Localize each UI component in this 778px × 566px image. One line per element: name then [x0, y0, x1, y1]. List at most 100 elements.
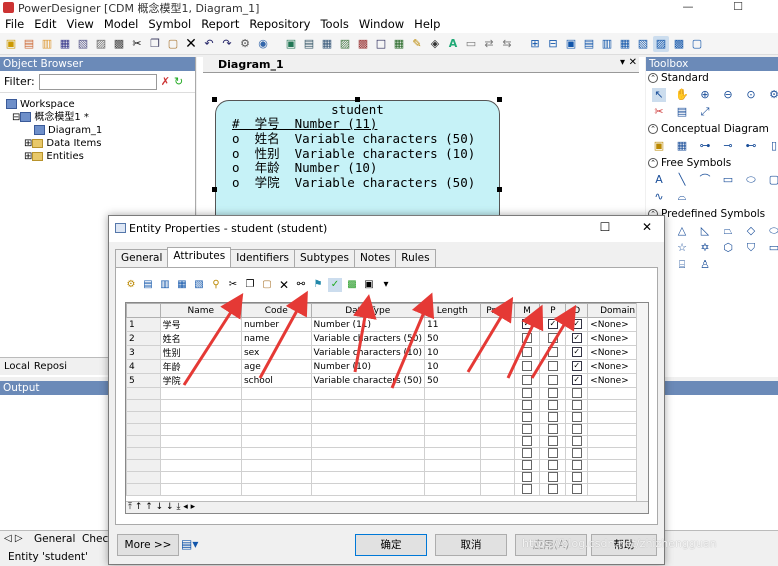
- checkbox[interactable]: [547, 472, 558, 483]
- checkbox[interactable]: [522, 400, 532, 411]
- empty-cell[interactable]: [240, 471, 312, 484]
- menu-symbol[interactable]: Symbol: [143, 15, 196, 33]
- empty-cell[interactable]: [159, 387, 242, 400]
- link-tool-icon[interactable]: ⤢: [698, 105, 712, 119]
- print-icon[interactable]: ▣: [362, 278, 376, 292]
- checkbox[interactable]: [547, 484, 558, 495]
- rectangle-icon[interactable]: ▭: [721, 173, 735, 187]
- cell-code[interactable]: name: [240, 331, 312, 346]
- copy-icon[interactable]: ❐: [147, 36, 163, 52]
- empty-cell[interactable]: [240, 423, 312, 436]
- cell-name[interactable]: 姓名: [159, 331, 242, 346]
- filter-input[interactable]: [38, 73, 157, 90]
- link-icon[interactable]: ⇄: [481, 36, 497, 52]
- inheritance-icon[interactable]: ⊶: [698, 139, 712, 153]
- tree-item-entities[interactable]: ⊞ Entities: [6, 150, 195, 163]
- hand-icon[interactable]: ✋: [675, 88, 689, 102]
- ok-button[interactable]: 确定: [355, 534, 427, 556]
- cell-name[interactable]: 学院: [159, 373, 242, 388]
- cell-mandatory[interactable]: [513, 399, 541, 412]
- star-6-icon[interactable]: ✡: [698, 241, 712, 255]
- column-header-precision[interactable]: Preci: [479, 303, 515, 318]
- table-row[interactable]: 5 学院 school Variable characters (50) 50 ✓ <Non…: [126, 373, 648, 388]
- undo-icon[interactable]: ↶: [201, 36, 217, 52]
- cell-mandatory[interactable]: [513, 387, 541, 400]
- table-row[interactable]: [126, 471, 648, 484]
- check-model-icon[interactable]: ◉: [255, 36, 271, 52]
- association-icon[interactable]: ⊷: [744, 139, 758, 153]
- copy-icon[interactable]: ❐: [243, 278, 257, 292]
- empty-cell[interactable]: [240, 399, 312, 412]
- excel-export-icon[interactable]: ▩: [345, 278, 359, 292]
- empty-cell[interactable]: [479, 399, 515, 412]
- empty-cell[interactable]: [159, 483, 242, 496]
- view3-icon[interactable]: ▥: [599, 36, 615, 52]
- empty-cell[interactable]: [310, 447, 425, 460]
- checkbox[interactable]: [571, 388, 582, 399]
- clear-filter-icon[interactable]: ✗: [161, 75, 170, 88]
- cell-length[interactable]: 50: [423, 331, 481, 346]
- triangle-icon[interactable]: △: [675, 224, 689, 238]
- cell-mandatory[interactable]: [513, 423, 541, 436]
- table-row[interactable]: 3 性别 sex Variable characters (10) 10 ✓ <None>: [126, 345, 648, 360]
- pointer-icon[interactable]: ↖: [652, 88, 666, 102]
- cell-length[interactable]: 50: [423, 373, 481, 388]
- empty-cell[interactable]: [159, 435, 242, 448]
- arc-icon[interactable]: ⌒: [698, 173, 712, 187]
- tree-item-data-items[interactable]: ⊞ Data Items: [6, 137, 195, 150]
- empty-cell[interactable]: [240, 459, 312, 472]
- cell-data-type[interactable]: Number (10): [310, 359, 425, 374]
- cell-precision[interactable]: [479, 345, 515, 360]
- checkbox[interactable]: ✓: [571, 347, 582, 358]
- empty-cell[interactable]: [240, 447, 312, 460]
- checkbox[interactable]: [571, 412, 582, 423]
- cell-mandatory[interactable]: [513, 435, 541, 448]
- cut-icon[interactable]: ✂: [129, 36, 145, 52]
- menu-tools[interactable]: Tools: [315, 15, 353, 33]
- cell-displayed[interactable]: [565, 459, 589, 472]
- checkbox[interactable]: [522, 484, 532, 495]
- file-icon[interactable]: ▯: [767, 139, 778, 153]
- checkbox[interactable]: [547, 333, 558, 344]
- rounded-rect-icon[interactable]: ▢: [767, 173, 778, 187]
- empty-cell[interactable]: [423, 387, 481, 400]
- cell-displayed[interactable]: [565, 423, 589, 436]
- row-nav-icons[interactable]: ⤒ ↑ ↑ ↓ ↓ ⤓ ◂ ▸: [128, 502, 195, 512]
- empty-cell[interactable]: [159, 423, 242, 436]
- checkbox[interactable]: [522, 361, 532, 372]
- empty-cell[interactable]: [310, 423, 425, 436]
- checkbox[interactable]: [547, 400, 558, 411]
- cell-primary[interactable]: [539, 423, 567, 436]
- checkbox[interactable]: [571, 460, 582, 471]
- empty-cell[interactable]: [479, 423, 515, 436]
- tab-subtypes[interactable]: Subtypes: [294, 249, 355, 268]
- properties-icon[interactable]: ⚙: [124, 278, 138, 292]
- empty-cell[interactable]: [310, 459, 425, 472]
- cell-mandatory[interactable]: [513, 459, 541, 472]
- align-icon[interactable]: ▣: [283, 36, 299, 52]
- column-header-mandatory[interactable]: M: [513, 303, 541, 318]
- cut-tool-icon[interactable]: ✂: [652, 105, 666, 119]
- tree-item-model[interactable]: ⊟ 概念模型1 *: [6, 111, 195, 124]
- more-button[interactable]: More >>: [117, 534, 179, 556]
- cylinder-icon[interactable]: ⌸: [675, 258, 689, 272]
- maximize-button[interactable]: ☐: [720, 0, 756, 15]
- delete-icon[interactable]: ✕: [183, 36, 199, 52]
- tab-nav-icon[interactable]: ◁ ▷: [4, 533, 23, 544]
- cell-primary[interactable]: [539, 471, 567, 484]
- cell-precision[interactable]: [479, 331, 515, 346]
- checkbox[interactable]: ✓: [522, 319, 532, 330]
- empty-cell[interactable]: [423, 471, 481, 484]
- checkbox[interactable]: [522, 436, 532, 447]
- tab-diagram-1[interactable]: Diagram_1: [218, 58, 284, 71]
- menu-edit[interactable]: Edit: [29, 15, 61, 33]
- view4-icon[interactable]: ▦: [617, 36, 633, 52]
- panel-icon[interactable]: ▭: [767, 241, 778, 255]
- checkbox[interactable]: [522, 424, 532, 435]
- empty-cell[interactable]: [310, 471, 425, 484]
- paste-icon[interactable]: ▢: [260, 278, 274, 292]
- rect-icon[interactable]: □: [373, 36, 389, 52]
- empty-cell[interactable]: [423, 459, 481, 472]
- customize-columns-icon[interactable]: ⚑: [311, 278, 325, 292]
- empty-cell[interactable]: [159, 471, 242, 484]
